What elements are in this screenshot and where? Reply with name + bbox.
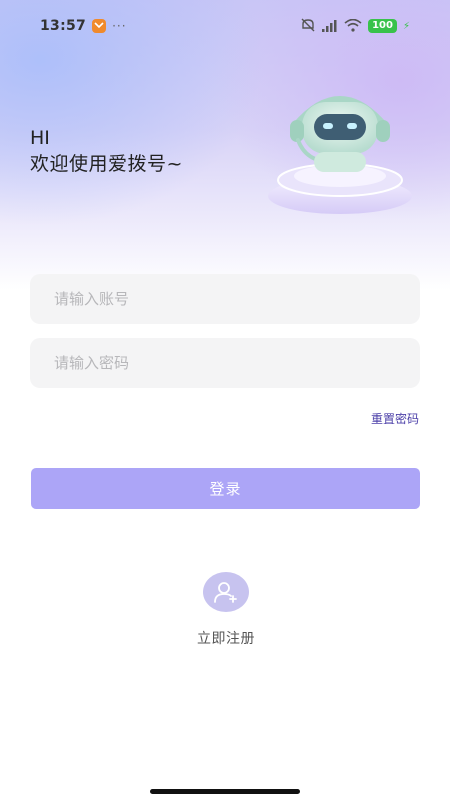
greeting-hi: HI [30,127,50,149]
robot-mascot-illustration [262,78,422,218]
status-bar: 13:57 ··· 100 ⚡ [0,0,450,52]
home-indicator[interactable] [150,789,300,794]
battery-icon: 100 [368,19,397,33]
register-button[interactable]: 立即注册 [176,572,276,648]
app-notification-icon [92,19,107,33]
status-icons: 100 ⚡ [300,17,410,36]
reset-password-link[interactable]: 重置密码 [371,410,419,427]
password-input[interactable] [30,338,420,388]
more-notifications-indicator: ··· [112,19,127,33]
charging-icon: ⚡ [402,20,410,32]
wifi-icon [344,17,362,36]
register-label: 立即注册 [197,631,255,647]
greeting-welcome: 欢迎使用爱拨号~ [30,153,183,175]
account-input[interactable] [30,274,420,324]
login-button[interactable]: 登录 [31,468,420,509]
greeting: HI 欢迎使用爱拨号~ [30,126,183,178]
status-time: 13:57 [40,18,87,34]
mute-icon [300,17,316,36]
signal-icon [322,17,338,36]
add-user-icon [203,572,249,612]
